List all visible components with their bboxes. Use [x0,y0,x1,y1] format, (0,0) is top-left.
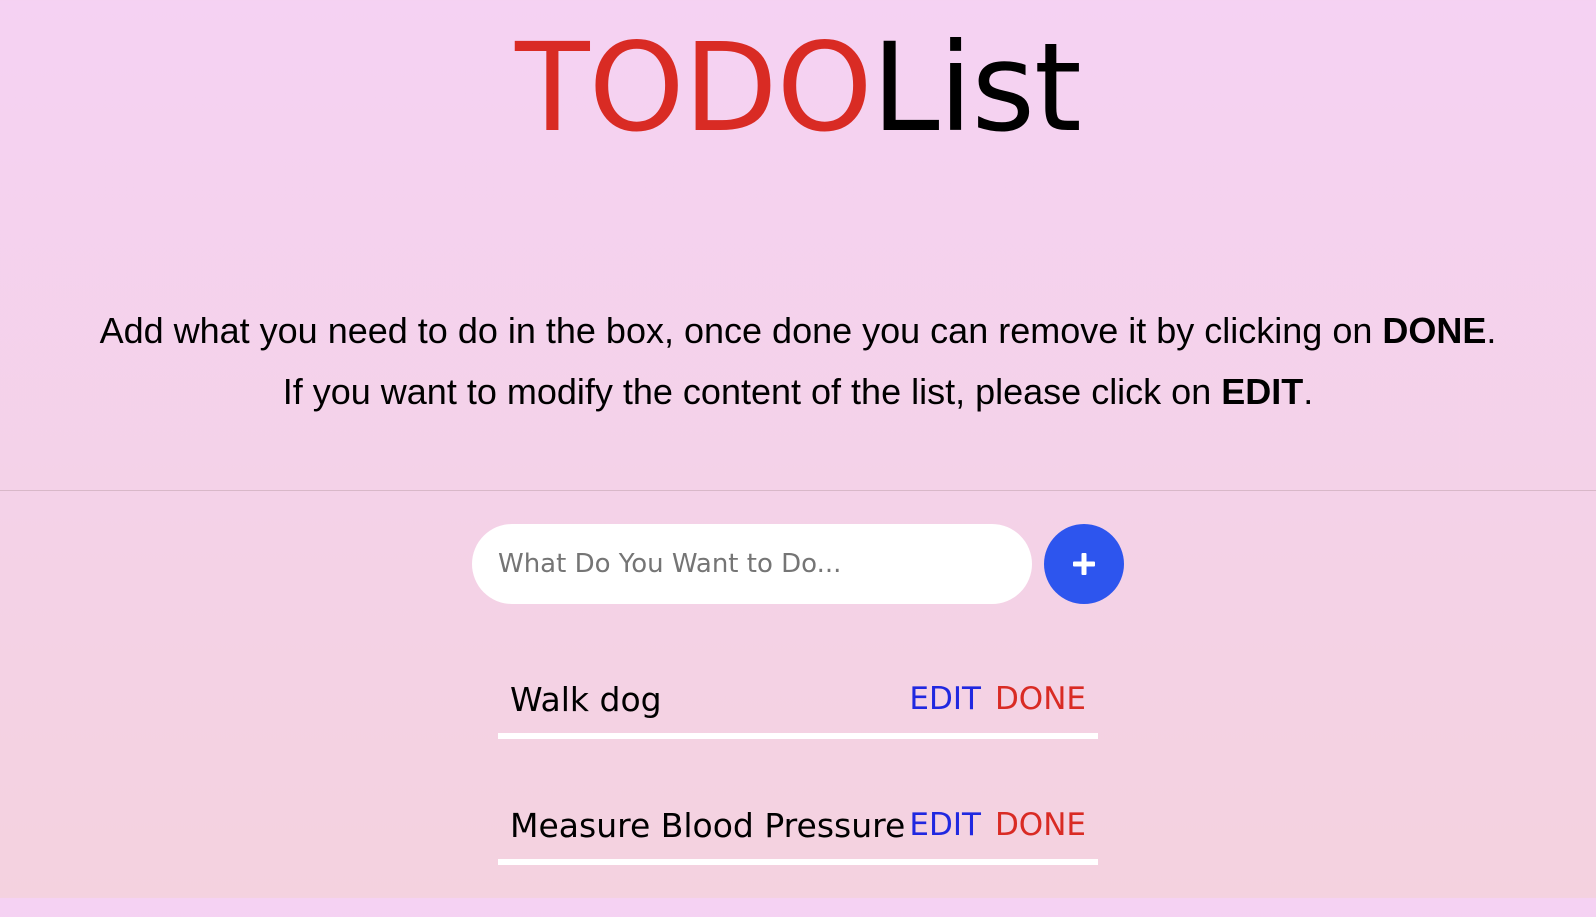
instructions: Add what you need to do in the box, once… [0,300,1596,422]
todo-item: Walk dog EDIT DONE [498,665,1098,739]
add-button[interactable] [1044,524,1124,604]
divider [0,490,1596,491]
edit-button[interactable]: EDIT [909,681,981,717]
edit-button[interactable]: EDIT [909,807,981,843]
add-todo-form [472,524,1124,604]
done-button[interactable]: DONE [995,681,1086,717]
plus-icon [1073,553,1095,575]
todo-item: Measure Blood Pressure EDIT DONE [498,791,1098,865]
todo-input[interactable] [472,524,1032,604]
title-todo: TODO [515,17,873,159]
instructions-line-1-text: Add what you need to do in the box, once… [99,310,1383,351]
instructions-line-1: Add what you need to do in the box, once… [0,300,1596,361]
instructions-done-keyword: DONE [1382,310,1487,351]
instructions-line-2-suffix: . [1303,371,1314,412]
todo-list: Walk dog EDIT DONE Measure Blood Pressur… [498,665,1098,917]
instructions-edit-keyword: EDIT [1221,371,1304,412]
title-list: List [871,17,1082,159]
done-button[interactable]: DONE [995,807,1086,843]
instructions-line-1-suffix: . [1486,310,1497,351]
page-title: TODOList [0,8,1596,168]
todo-item-text: Measure Blood Pressure [510,805,906,845]
instructions-line-2: If you want to modify the content of the… [0,361,1596,422]
instructions-line-2-text: If you want to modify the content of the… [282,371,1222,412]
todo-item-text: Walk dog [510,679,662,719]
